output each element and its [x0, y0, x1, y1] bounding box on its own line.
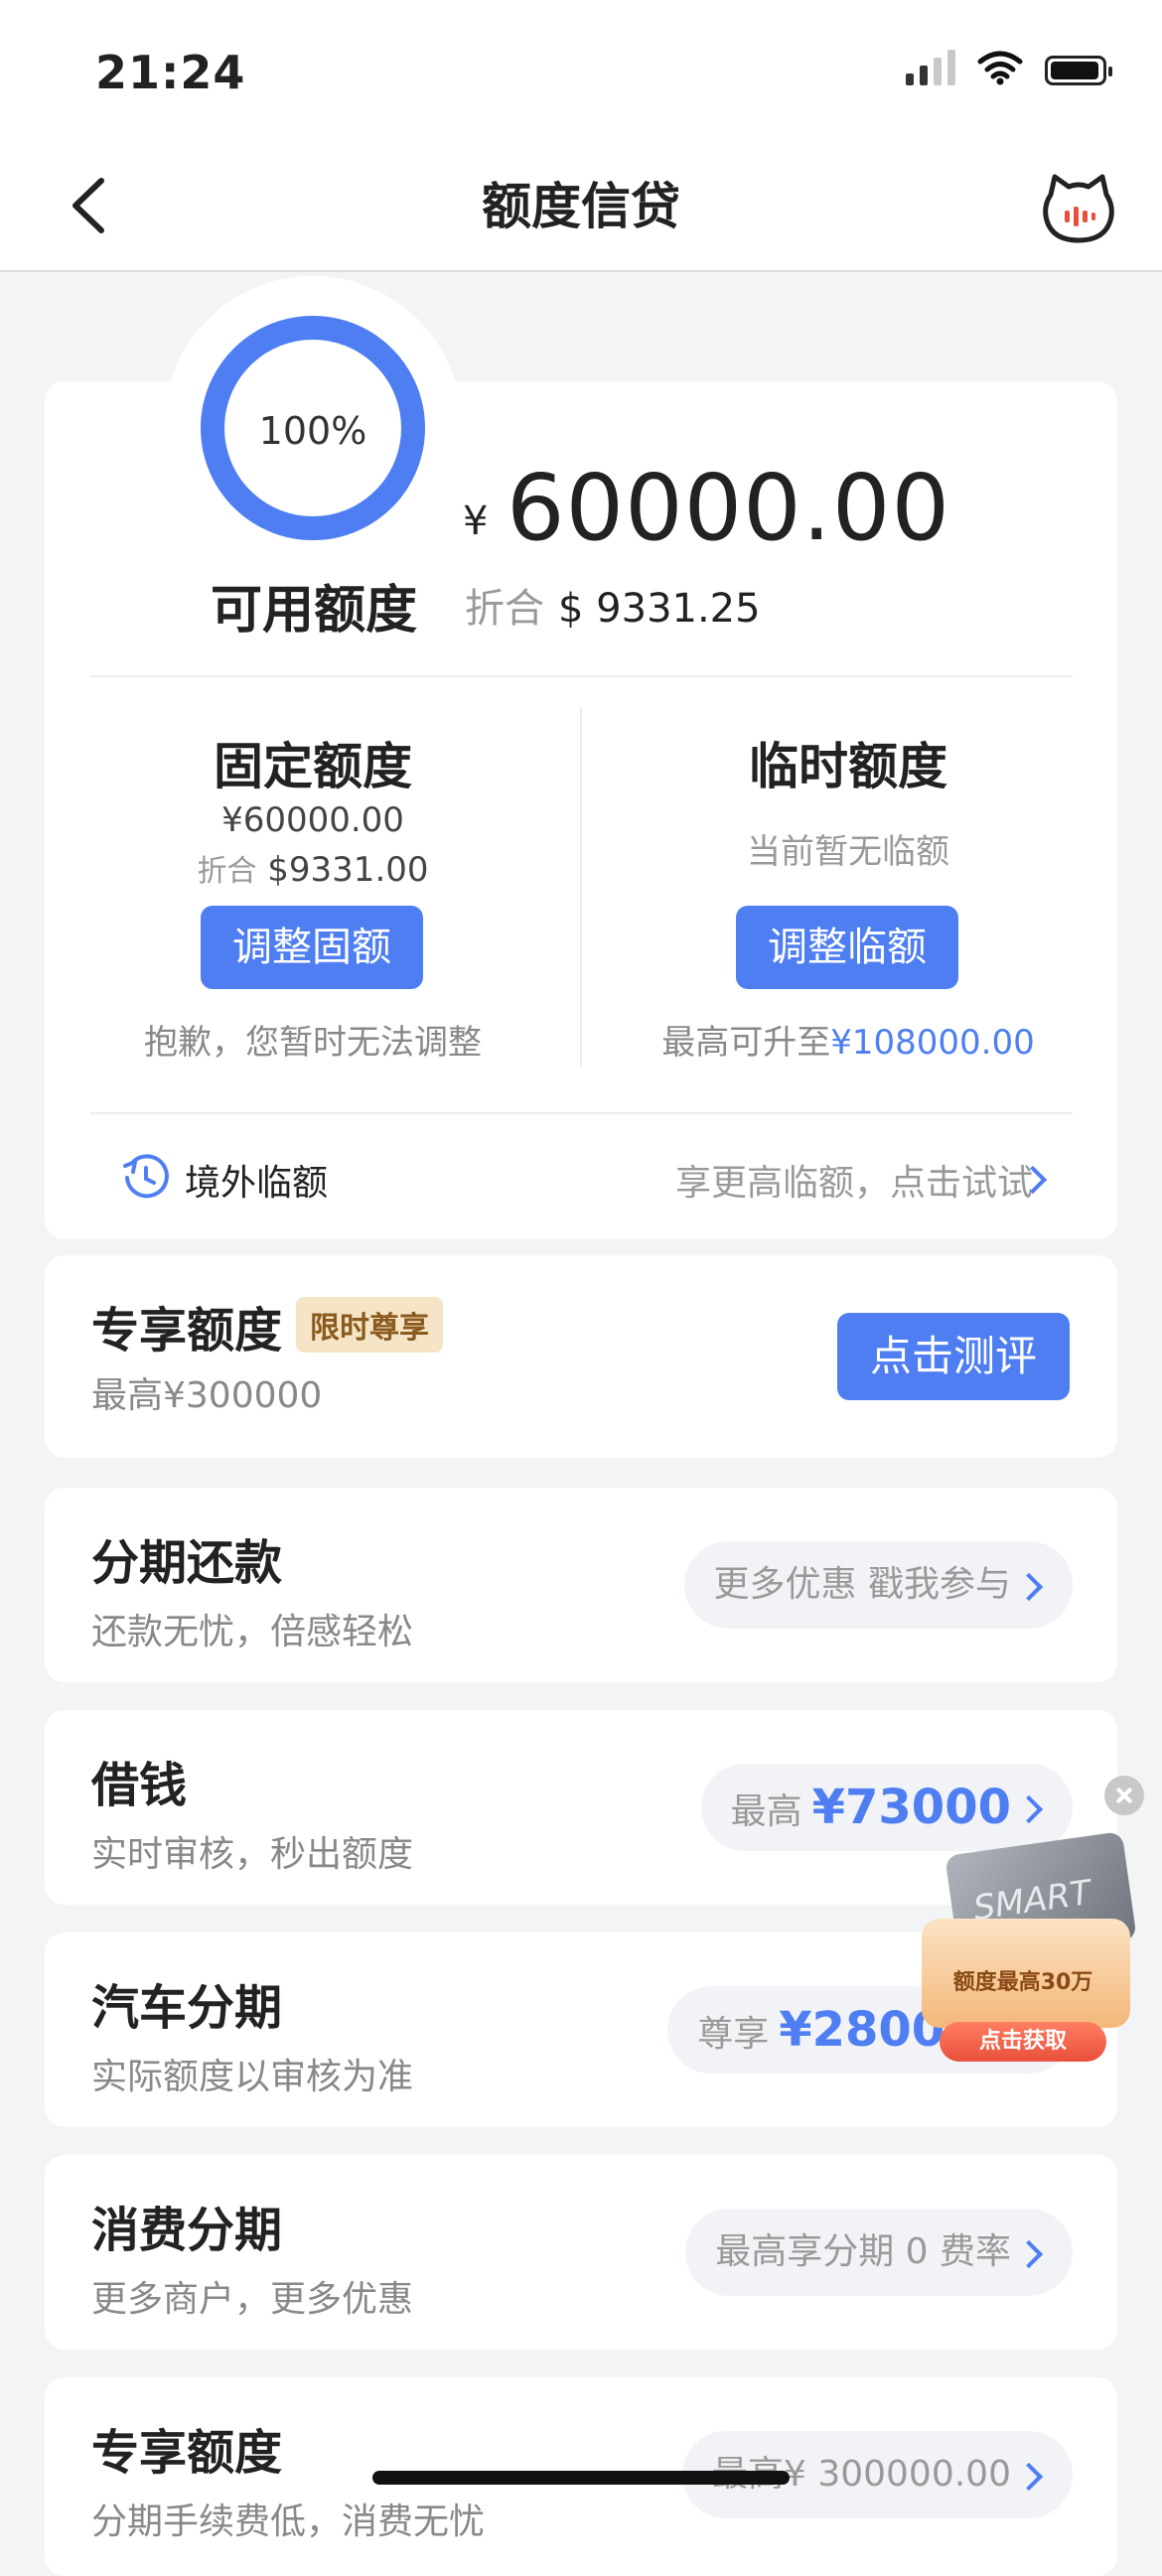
limited-tag: 限时尊享 [296, 1297, 443, 1353]
fixed-converted-label: 折合 [197, 854, 257, 889]
fixed-converted-row: 折合 $9331.00 [104, 846, 521, 890]
status-time: 21:24 [95, 46, 246, 99]
temp-note-amount: ¥108000.00 [830, 1023, 1035, 1063]
chevron-right-icon [1014, 2462, 1044, 2492]
close-icon[interactable] [1104, 1776, 1144, 1815]
divider [89, 675, 1073, 677]
chevron-right-icon [1014, 2239, 1044, 2269]
list-item-subtitle: 实时审核，秒出额度 [91, 1834, 414, 1875]
available-amount: 60000.00 [507, 455, 950, 561]
list-item-title: 分期还款 [91, 1535, 283, 1591]
fixed-converted-amount: $9331.00 [267, 850, 429, 890]
list-item-title: 消费分期 [91, 2203, 283, 2258]
currency-symbol: ¥ [463, 499, 489, 544]
fixed-note: 抱歉，您暂时无法调整 [144, 1023, 482, 1063]
status-bar: 21:24 [0, 0, 1162, 139]
promo-pill[interactable]: 更多优惠 戳我参与 [683, 1541, 1073, 1629]
pill-text: 最高 [730, 1791, 802, 1832]
divider [89, 1112, 1073, 1114]
list-item-subtitle: 更多商户，更多优惠 [91, 2279, 414, 2320]
adjust-temp-button[interactable]: 调整临额 [736, 906, 958, 989]
pill-text: 最高享分期 0 费率 [715, 2231, 1011, 2272]
column-divider [580, 707, 582, 1067]
chevron-right-icon [1014, 1572, 1044, 1602]
list-item-title: 汽车分期 [91, 1980, 283, 2036]
pill-text: 尊享 [697, 2014, 770, 2055]
pill-text: 更多优惠 戳我参与 [713, 1564, 1011, 1605]
list-item-subtitle: 还款无忧，倍感轻松 [91, 1612, 414, 1652]
temp-note: 最高可升至¥108000.00 [610, 1015, 1087, 1064]
pill-value: ¥73000 [811, 1780, 1011, 1835]
status-icons [906, 48, 1112, 85]
available-label: 可用额度 [211, 581, 418, 641]
temp-credit-title: 临时额度 [749, 738, 947, 795]
exclusive-title: 专享额度 [91, 1303, 283, 1359]
fixed-credit-amount: ¥60000.00 [221, 800, 404, 840]
converted-row: 折合 $ 9331.25 [465, 576, 761, 634]
temp-note-prefix: 最高可升至 [661, 1023, 831, 1063]
fixed-credit-title: 固定额度 [214, 738, 412, 795]
cat-mascot-icon[interactable] [1039, 169, 1118, 248]
battery-icon [1045, 56, 1112, 85]
floating-ad[interactable]: SMART 额度最高30万 点击获取 [904, 1831, 1142, 2072]
list-item-title: 专享额度 [91, 2425, 283, 2481]
cellular-signal-icon [906, 48, 955, 85]
promo-pill[interactable]: 最高享分期 0 费率 [685, 2209, 1073, 2296]
ad-caption: 额度最高30万 [952, 1970, 1093, 1995]
evaluate-button[interactable]: 点击测评 [837, 1313, 1070, 1400]
adjust-fixed-button[interactable]: 调整固额 [201, 906, 423, 989]
chevron-right-icon [1014, 1794, 1044, 1824]
list-item-title: 借钱 [91, 1758, 188, 1813]
ad-cta-button[interactable]: 点击获取 [940, 2022, 1106, 2062]
list-item-subtitle: 实际额度以审核为准 [91, 2057, 414, 2097]
list-item-subtitle: 分期手续费低，消费无忧 [91, 2502, 486, 2542]
temp-credit-status: 当前暂无临额 [747, 832, 949, 872]
exclusive-subtitle: 最高¥300000 [91, 1375, 323, 1416]
usage-percent: 100% [258, 409, 367, 453]
converted-label: 折合 [465, 586, 544, 632]
home-indicator [372, 2471, 790, 2485]
nav-bar: 额度信贷 [0, 139, 1162, 272]
overseas-hint: 享更高临额，点击试试 [674, 1163, 1033, 1204]
credit-usage-ring: 100% [201, 316, 425, 540]
converted-amount: $ 9331.25 [558, 586, 761, 632]
overseas-label: 境外临额 [185, 1163, 329, 1204]
wifi-icon [977, 51, 1023, 85]
page-title: 额度信贷 [482, 178, 680, 235]
clock-airplane-icon [123, 1154, 169, 1199]
